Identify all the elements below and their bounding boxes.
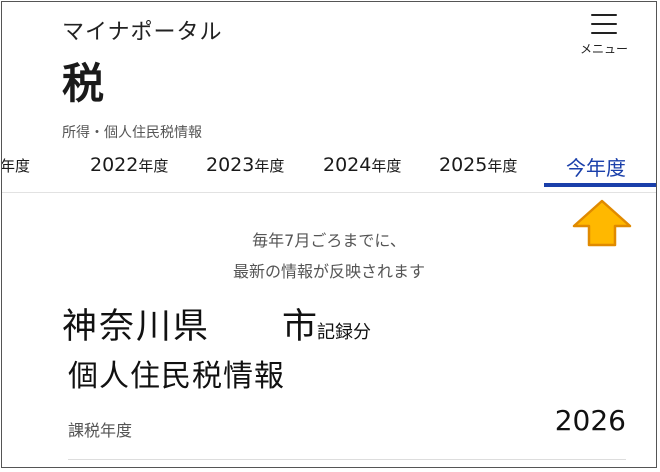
tab-year: 2024 <box>323 154 372 176</box>
tax-year-label: 課税年度 <box>68 421 133 440</box>
tab-current-year[interactable]: 今年度 <box>566 152 626 181</box>
update-notice: 毎年7月ごろまでに、 最新の情報が反映されます <box>2 225 656 287</box>
record-suffix: 記録分 <box>317 322 372 343</box>
tab-2024[interactable]: 2024年度 <box>323 154 401 176</box>
record-region: 神奈川県 市記録分 <box>62 298 371 349</box>
tax-year-value: 2026 <box>554 404 626 437</box>
tab-2022[interactable]: 2022年度 <box>90 154 168 176</box>
tab-year: 2022 <box>90 154 139 176</box>
menu-button[interactable]: メニュー <box>574 12 634 58</box>
hamburger-menu-icon <box>591 12 617 34</box>
field-divider <box>68 459 626 460</box>
tab-2025[interactable]: 2025年度 <box>439 154 517 176</box>
tab-year: 2025 <box>439 154 488 176</box>
tab-label: 今年度 <box>566 156 626 180</box>
section-title: 個人住民税情報 <box>68 359 285 394</box>
tab-year: 2023 <box>206 154 255 176</box>
tab-prior-year[interactable]: 年度 <box>1 154 31 176</box>
year-tab-bar: 年度 2022年度 2023年度 2024年度 2025年度 今年度 <box>2 144 656 193</box>
app-name: マイナポータル <box>62 20 223 45</box>
breadcrumb: 所得・個人住民税情報 <box>62 125 202 141</box>
tab-2023[interactable]: 2023年度 <box>206 154 284 176</box>
prefecture-name: 神奈川県 <box>62 307 211 347</box>
tab-label: 年度 <box>1 157 31 175</box>
city-name: 市 <box>282 307 318 347</box>
tab-suffix: 年度 <box>138 157 169 175</box>
active-tab-indicator <box>544 183 656 187</box>
tab-suffix: 年度 <box>254 157 285 175</box>
mynaportal-screen: マイナポータル メニュー 税 所得・個人住民税情報 年度 2022年度 2023… <box>1 1 657 468</box>
update-notice-line-2: 最新の情報が反映されます <box>232 262 425 281</box>
tab-suffix: 年度 <box>371 157 402 175</box>
menu-label: メニュー <box>579 42 628 56</box>
update-notice-line-1: 毎年7月ごろまでに、 <box>252 231 406 250</box>
page-title: 税 <box>62 59 105 108</box>
tab-suffix: 年度 <box>487 157 518 175</box>
